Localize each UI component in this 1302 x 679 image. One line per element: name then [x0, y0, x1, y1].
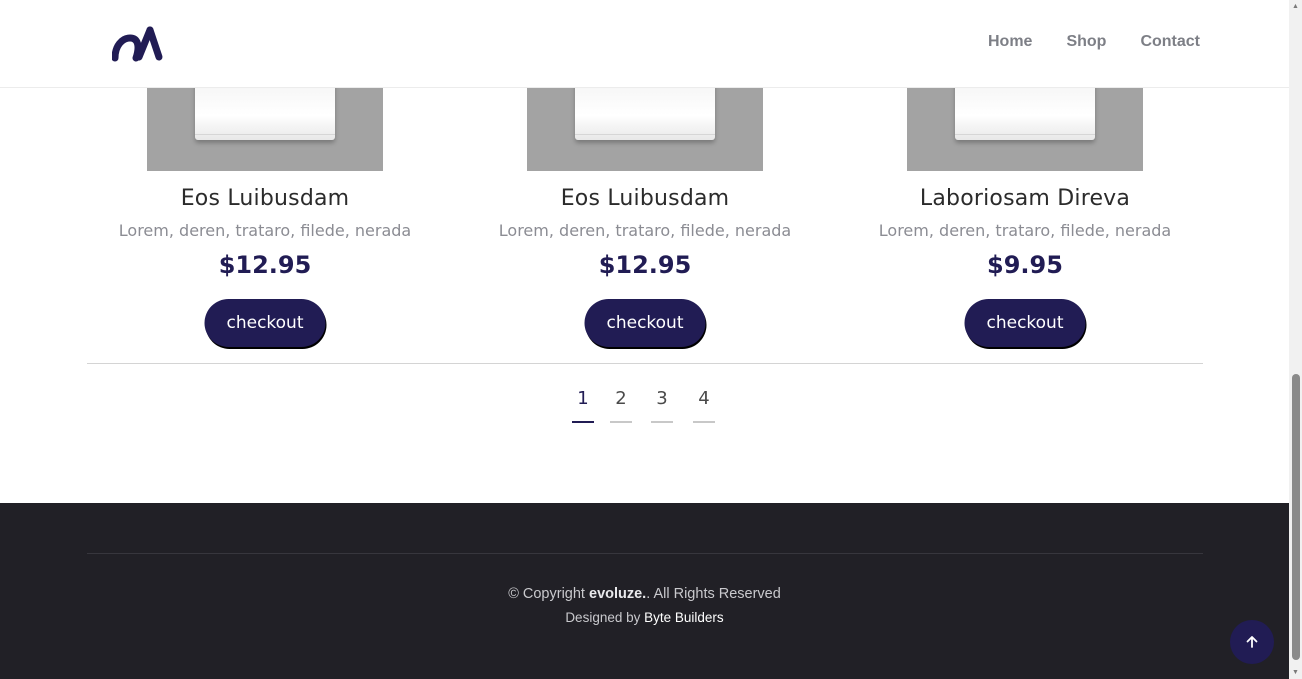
copyright-prefix: © Copyright [508, 586, 585, 602]
product-description: Lorem, deren, trataro, filede, nerada [498, 221, 792, 240]
product-price: $12.95 [598, 251, 692, 279]
nav-shop[interactable]: Shop [1066, 33, 1106, 51]
designer-link[interactable]: Byte Builders [644, 610, 724, 625]
designed-prefix: Designed by [565, 610, 641, 625]
scroll-thumb[interactable] [1292, 374, 1300, 660]
footer-divider [87, 553, 1203, 554]
nav-home[interactable]: Home [988, 33, 1032, 51]
scrollbar[interactable]: ▲ ▼ [1289, 0, 1302, 679]
page-link-1[interactable]: 1 [572, 388, 594, 423]
product-image[interactable] [907, 88, 1143, 171]
brand-name: evoluze. [589, 586, 647, 602]
pagination: 1 2 3 4 [0, 388, 1289, 428]
product-price: $9.95 [987, 251, 1063, 279]
tshirt-image [195, 88, 335, 140]
tshirt-image [575, 88, 715, 140]
logo[interactable] [112, 24, 164, 62]
product-description: Lorem, deren, trataro, filede, nerada [878, 221, 1172, 240]
tshirt-image [955, 88, 1095, 140]
scroll-up-icon[interactable]: ▲ [1289, 0, 1302, 13]
product-title: Eos Luibusdam [180, 186, 350, 211]
designed-by-text: Designed by Byte Builders [0, 610, 1289, 625]
product-title: Laboriosam Direva [919, 186, 1131, 211]
scroll-down-icon[interactable]: ▼ [1289, 666, 1302, 679]
product-price: $12.95 [218, 251, 312, 279]
copyright-suffix: . All Rights Reserved [646, 586, 781, 602]
checkout-button[interactable]: checkout [204, 299, 326, 347]
product-image[interactable] [147, 88, 383, 171]
checkout-button[interactable]: checkout [584, 299, 706, 347]
arrow-up-icon [1246, 636, 1258, 648]
product-title: Eos Luibusdam [560, 186, 730, 211]
product-description: Lorem, deren, trataro, filede, nerada [118, 221, 412, 240]
back-to-top-button[interactable] [1230, 620, 1274, 664]
section-divider [87, 363, 1203, 364]
site-footer: © Copyright evoluze.. All Rights Reserve… [0, 503, 1289, 679]
product-image[interactable] [527, 88, 763, 171]
copyright-text: © Copyright evoluze.. All Rights Reserve… [0, 586, 1289, 602]
page-link-2[interactable]: 2 [610, 388, 632, 423]
main-nav: Home Shop Contact [988, 33, 1200, 51]
page-link-3[interactable]: 3 [651, 388, 673, 423]
site-header: Home Shop Contact [0, 0, 1289, 88]
page-link-4[interactable]: 4 [693, 388, 715, 423]
nav-contact[interactable]: Contact [1140, 33, 1200, 51]
checkout-button[interactable]: checkout [964, 299, 1086, 347]
